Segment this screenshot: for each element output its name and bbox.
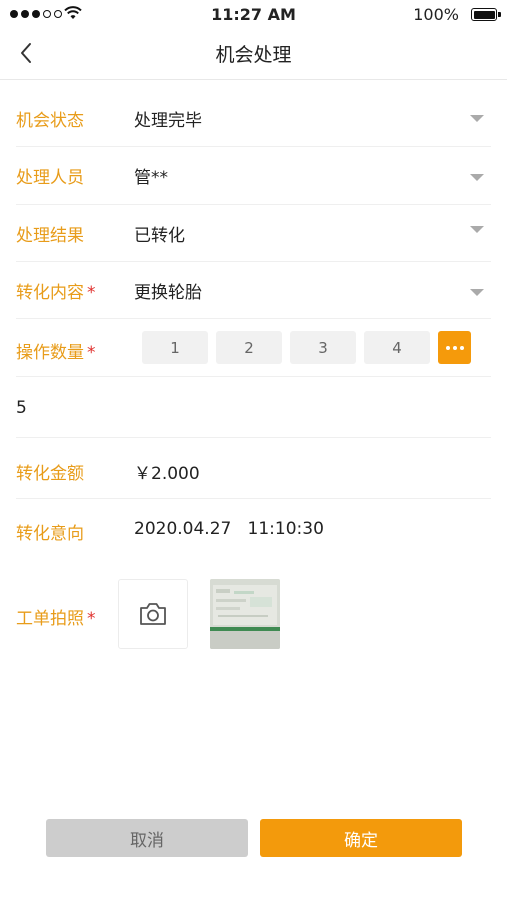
quantity-label-text: 操作数量: [16, 343, 84, 363]
work-order-photo-image: [210, 579, 280, 649]
cancel-button[interactable]: 取消: [46, 819, 248, 857]
photo-label-text: 工单拍照: [16, 609, 84, 629]
chevron-down-icon[interactable]: [470, 174, 484, 181]
quantity-option-2[interactable]: 2: [216, 331, 282, 364]
nav-bar: 机会处理: [0, 28, 507, 80]
intent-row[interactable]: 转化意向 2020.04.27 11:10:30: [0, 499, 507, 561]
battery-percent: 100%: [413, 5, 459, 24]
quantity-option-1[interactable]: 1: [142, 331, 208, 364]
confirm-button[interactable]: 确定: [260, 819, 462, 857]
intent-value: 2020.04.27 11:10:30: [134, 519, 324, 539]
amount-label: 转化金额: [16, 464, 84, 484]
quantity-input-value: 5: [16, 398, 27, 418]
battery-icon: [471, 8, 501, 21]
chevron-down-icon[interactable]: [470, 226, 484, 233]
status-value: 处理完毕: [134, 111, 202, 131]
content-label: 转化内容 *: [16, 278, 96, 303]
photo-thumbnail[interactable]: [210, 579, 280, 649]
required-mark: *: [87, 283, 96, 303]
content-select[interactable]: 转化内容 * 更换轮胎: [0, 262, 507, 319]
amount-row[interactable]: 转化金额 ￥2.000: [0, 438, 507, 499]
status-bar: 11:27 AM 100%: [0, 0, 507, 28]
photo-label: 工单拍照 *: [16, 604, 96, 629]
chevron-down-icon[interactable]: [470, 115, 484, 122]
quantity-input[interactable]: 5: [0, 377, 507, 438]
status-select[interactable]: 机会状态 处理完毕: [0, 90, 507, 147]
required-mark: *: [87, 343, 96, 363]
amount-value: ￥2.000: [134, 464, 200, 484]
page-title: 机会处理: [215, 44, 292, 66]
add-photo-button[interactable]: [118, 579, 188, 649]
intent-label: 转化意向: [16, 524, 84, 544]
handler-label: 处理人员: [16, 168, 84, 188]
required-mark: *: [87, 609, 96, 629]
handler-value: 管**: [134, 168, 168, 188]
content-value: 更换轮胎: [134, 283, 202, 303]
chevron-down-icon[interactable]: [470, 289, 484, 296]
quantity-option-3[interactable]: 3: [290, 331, 356, 364]
quantity-option-4[interactable]: 4: [364, 331, 430, 364]
quantity-label: 操作数量 *: [16, 338, 96, 363]
content-label-text: 转化内容: [16, 283, 84, 303]
result-value: 已转化: [134, 226, 185, 246]
status-label: 机会状态: [16, 111, 84, 131]
result-select[interactable]: 处理结果 已转化: [0, 205, 507, 262]
quantity-row: 操作数量 * 1 2 3 4: [0, 319, 507, 377]
result-label: 处理结果: [16, 226, 84, 246]
camera-icon: [140, 603, 166, 625]
more-options-button[interactable]: [438, 331, 471, 364]
handler-select[interactable]: 处理人员 管**: [0, 147, 507, 205]
